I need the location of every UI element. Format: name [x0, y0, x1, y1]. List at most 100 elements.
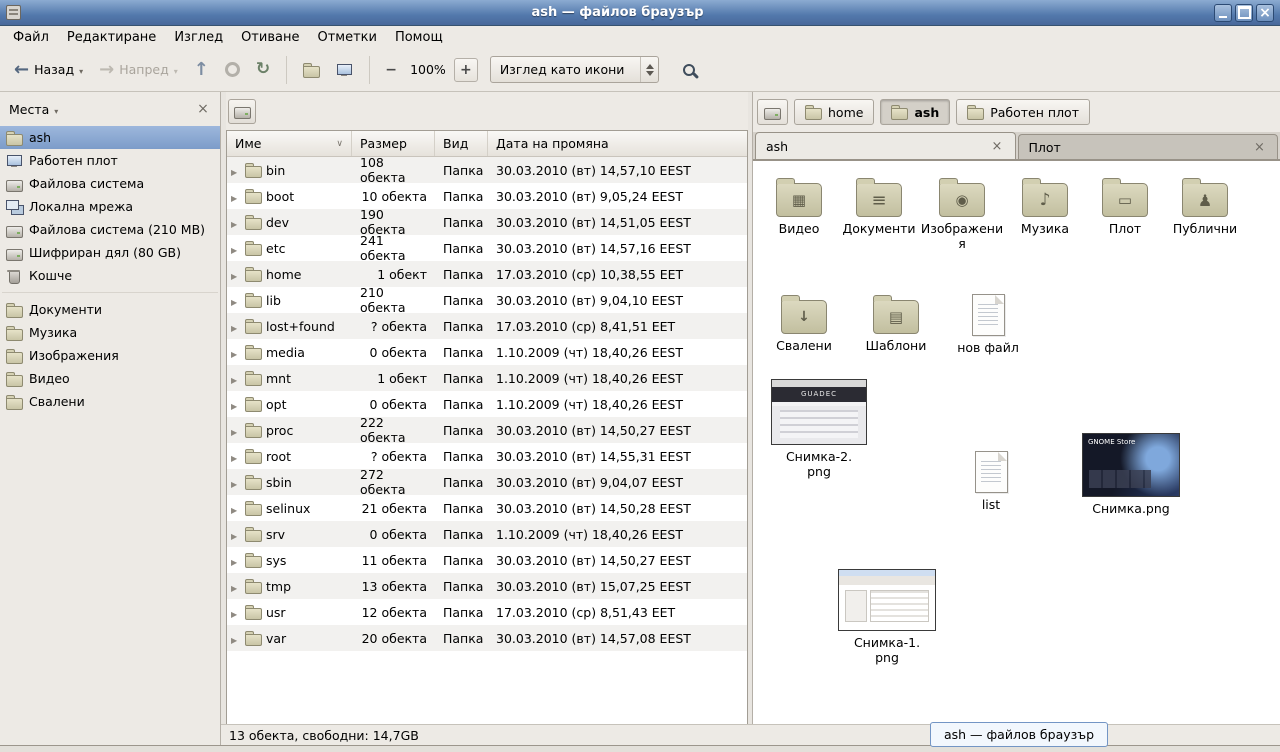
menu-item[interactable]: Отиване — [232, 28, 308, 47]
expander-icon[interactable] — [231, 163, 241, 178]
expander-icon[interactable] — [231, 215, 241, 230]
file-row[interactable]: home 1 обект Папка 17.03.2010 (ср) 10,38… — [227, 261, 747, 287]
column-header-name[interactable]: Име — [227, 131, 352, 156]
expander-icon[interactable] — [231, 475, 241, 490]
sidebar-item[interactable]: Свалени — [0, 390, 220, 413]
pathbar-button[interactable]: ash — [880, 99, 950, 125]
expander-icon[interactable] — [231, 449, 241, 464]
folder-item[interactable]: Музика — [1005, 175, 1085, 237]
menu-item[interactable]: Помощ — [386, 28, 452, 47]
file-row[interactable]: sys 11 обекта Папка 30.03.2010 (вт) 14,5… — [227, 547, 747, 573]
folder-item[interactable]: Видео — [759, 175, 839, 237]
file-row[interactable]: proc 222 обекта Папка 30.03.2010 (вт) 14… — [227, 417, 747, 443]
menu-item[interactable]: Файл — [4, 28, 58, 47]
file-item-snimka2[interactable]: GUADEC Снимка-2. png — [764, 379, 874, 480]
sidebar-item[interactable]: Локална мрежа — [0, 195, 220, 218]
places-selector[interactable]: Места — [9, 102, 49, 117]
file-row[interactable]: bin 108 обекта Папка 30.03.2010 (вт) 14,… — [227, 157, 747, 183]
taskbar-window-button[interactable]: ash — файлов браузър — [930, 722, 1108, 747]
expander-icon[interactable] — [231, 397, 241, 412]
expander-icon[interactable] — [231, 293, 241, 308]
zoom-out-button[interactable]: − — [380, 59, 402, 81]
file-row[interactable]: opt 0 обекта Папка 1.10.2009 (чт) 18,40,… — [227, 391, 747, 417]
titlebar[interactable]: ash — файлов браузър — [0, 0, 1280, 26]
close-button[interactable] — [1256, 4, 1274, 22]
file-row[interactable]: etc 241 обекта Папка 30.03.2010 (вт) 14,… — [227, 235, 747, 261]
minimize-button[interactable] — [1214, 4, 1232, 22]
tab[interactable]: Плот — [1018, 134, 1279, 159]
sidebar-item[interactable]: Музика — [0, 321, 220, 344]
back-button[interactable]: ← Назад — [8, 57, 89, 83]
file-row[interactable]: usr 12 обекта Папка 17.03.2010 (ср) 8,51… — [227, 599, 747, 625]
computer-button[interactable] — [330, 59, 359, 81]
file-row[interactable]: lost+found ? обекта Папка 17.03.2010 (ср… — [227, 313, 747, 339]
folder-item[interactable]: Плот — [1085, 175, 1165, 237]
pathbar-root-button[interactable] — [757, 99, 788, 125]
expander-icon[interactable] — [231, 631, 241, 646]
sidebar-item[interactable]: ash — [0, 126, 220, 149]
folder-item[interactable]: Публични — [1165, 175, 1245, 237]
menu-item[interactable]: Редактиране — [58, 28, 165, 47]
pathbar-button[interactable]: home — [794, 99, 874, 125]
view-mode-select[interactable]: Изглед като икони — [490, 56, 660, 83]
tab-close-icon[interactable] — [1252, 140, 1267, 155]
column-header-size[interactable]: Размер — [352, 131, 435, 156]
tab-close-icon[interactable] — [990, 139, 1005, 154]
stop-button[interactable] — [219, 58, 246, 81]
zoom-in-button[interactable]: + — [454, 58, 478, 82]
file-item-list[interactable]: list — [936, 449, 1046, 513]
up-button[interactable]: ↑ — [188, 57, 215, 83]
file-item-snimka[interactable]: GNOME Store Снимка.png — [1076, 433, 1186, 517]
file-row[interactable]: media 0 обекта Папка 1.10.2009 (чт) 18,4… — [227, 339, 747, 365]
file-row[interactable]: lib 210 обекта Папка 30.03.2010 (вт) 9,0… — [227, 287, 747, 313]
sidebar-item[interactable]: Изображения — [0, 344, 220, 367]
combo-stepper-icon[interactable] — [641, 57, 658, 82]
pane-location-button[interactable] — [228, 99, 256, 124]
file-row[interactable]: srv 0 обекта Папка 1.10.2009 (чт) 18,40,… — [227, 521, 747, 547]
sidebar-item[interactable]: Работен плот — [0, 149, 220, 172]
maximize-button[interactable] — [1235, 4, 1253, 22]
expander-icon[interactable] — [231, 371, 241, 386]
expander-icon[interactable] — [231, 553, 241, 568]
menu-item[interactable]: Изглед — [165, 28, 232, 47]
sidebar-item[interactable]: Шифриран дял (80 GB) — [0, 241, 220, 264]
file-row[interactable]: root ? обекта Папка 30.03.2010 (вт) 14,5… — [227, 443, 747, 469]
home-button[interactable] — [297, 59, 326, 81]
expander-icon[interactable] — [231, 605, 241, 620]
sidebar-item[interactable]: Видео — [0, 367, 220, 390]
expander-icon[interactable] — [231, 189, 241, 204]
menu-item[interactable]: Отметки — [308, 28, 385, 47]
column-header-date[interactable]: Дата на промяна — [488, 131, 747, 156]
file-row[interactable]: mnt 1 обект Папка 1.10.2009 (чт) 18,40,2… — [227, 365, 747, 391]
search-button[interactable] — [673, 55, 705, 85]
folder-item[interactable]: Шаблони — [857, 292, 935, 354]
file-row[interactable]: sbin 272 обекта Папка 30.03.2010 (вт) 9,… — [227, 469, 747, 495]
file-row[interactable]: dev 190 обекта Папка 30.03.2010 (вт) 14,… — [227, 209, 747, 235]
expander-icon[interactable] — [231, 579, 241, 594]
expander-icon[interactable] — [231, 345, 241, 360]
tab[interactable]: ash — [755, 132, 1016, 159]
file-row[interactable]: selinux 21 обекта Папка 30.03.2010 (вт) … — [227, 495, 747, 521]
reload-button[interactable]: ↻ — [250, 57, 276, 82]
folder-item[interactable]: Документи — [839, 175, 919, 237]
file-item-snimka1[interactable]: Снимка-1. png — [832, 569, 942, 666]
file-row[interactable]: boot 10 обекта Папка 30.03.2010 (вт) 9,0… — [227, 183, 747, 209]
sidebar-item[interactable]: Документи — [0, 298, 220, 321]
expander-icon[interactable] — [231, 501, 241, 516]
sidebar-item[interactable]: Файлова система (210 MB) — [0, 218, 220, 241]
expander-icon[interactable] — [231, 423, 241, 438]
sidebar-close-button[interactable] — [195, 101, 211, 117]
expander-icon[interactable] — [231, 267, 241, 282]
sidebar-item[interactable]: Кошче — [0, 264, 220, 287]
pathbar-button[interactable]: Работен плот — [956, 99, 1090, 125]
sidebar-item[interactable]: Файлова система — [0, 172, 220, 195]
column-header-type[interactable]: Вид — [435, 131, 488, 156]
file-row[interactable]: var 20 обекта Папка 30.03.2010 (вт) 14,5… — [227, 625, 747, 651]
expander-icon[interactable] — [231, 527, 241, 542]
file-row[interactable]: tmp 13 обекта Папка 30.03.2010 (вт) 15,0… — [227, 573, 747, 599]
expander-icon[interactable] — [231, 241, 241, 256]
forward-button[interactable]: → Напред — [93, 57, 184, 83]
folder-item[interactable]: Свалени — [765, 292, 843, 354]
folder-item[interactable]: Изображения — [919, 175, 1005, 252]
expander-icon[interactable] — [231, 319, 241, 334]
